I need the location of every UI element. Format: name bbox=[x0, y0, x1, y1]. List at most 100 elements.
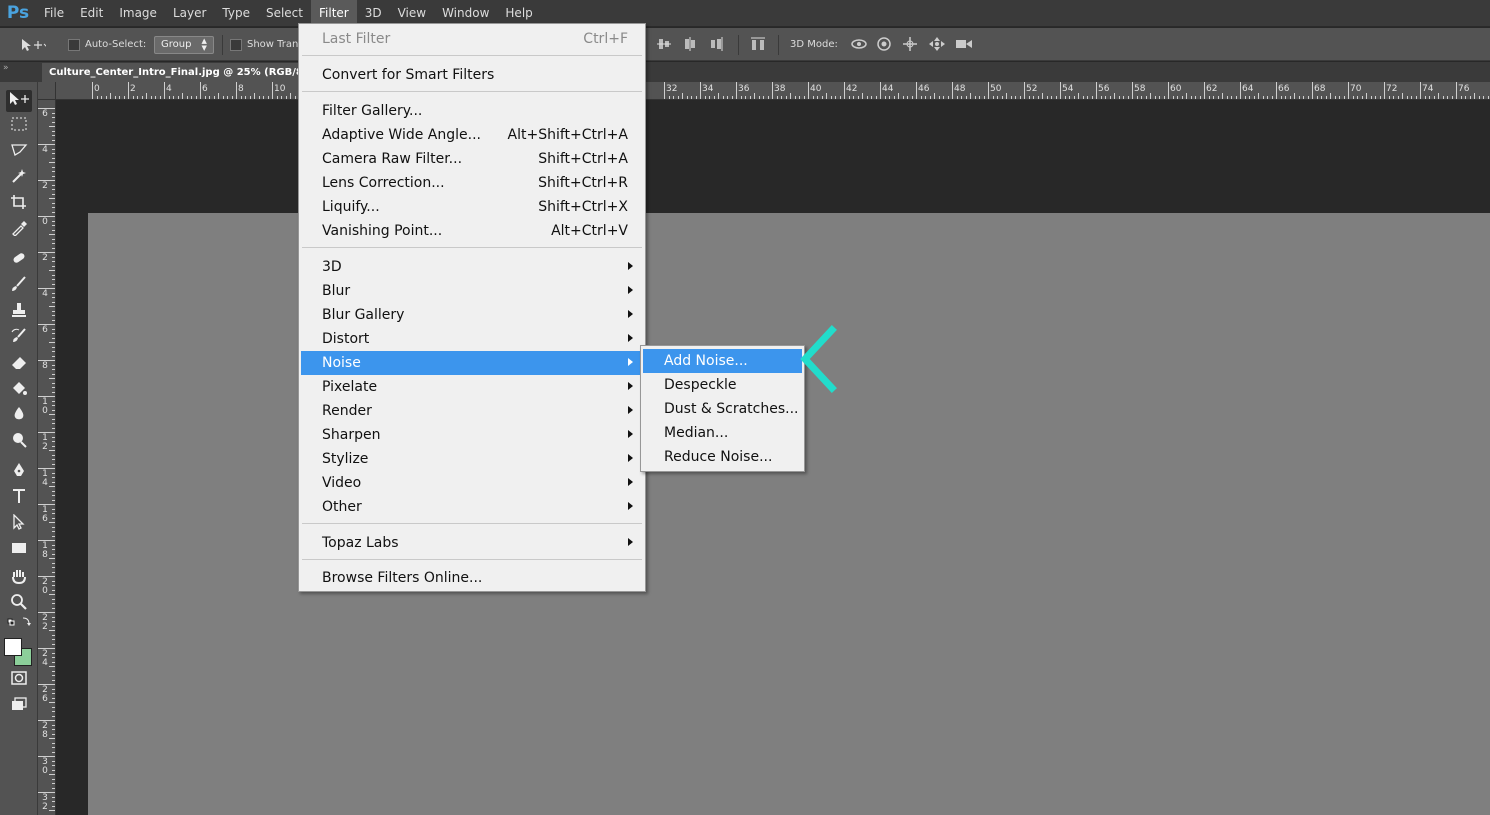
ruler-tick bbox=[1366, 93, 1367, 99]
ruler-tick bbox=[52, 130, 55, 132]
quick-mask-icon[interactable] bbox=[6, 670, 32, 692]
ruler-tick bbox=[1339, 96, 1340, 99]
lasso-tool-icon[interactable] bbox=[6, 142, 32, 164]
pen-tool-icon[interactable] bbox=[6, 462, 32, 484]
show-transform-checkbox[interactable] bbox=[230, 38, 242, 51]
ruler-tick bbox=[1181, 96, 1183, 99]
vertical-ruler: 64202468101214161820222426283032 bbox=[38, 100, 56, 815]
menu-edit[interactable]: Edit bbox=[72, 0, 111, 27]
menu-item-lens-correction[interactable]: Lens Correction... Shift+Ctrl+R bbox=[301, 171, 643, 195]
menu-item-filter-gallery[interactable]: Filter Gallery... bbox=[301, 99, 643, 123]
menu-item-pixelate[interactable]: Pixelate bbox=[301, 375, 643, 399]
healing-brush-tool-icon[interactable] bbox=[6, 250, 32, 272]
menu-item-last-filter[interactable]: Last Filter Ctrl+F bbox=[301, 27, 643, 51]
menu-item-stylize[interactable]: Stylize bbox=[301, 447, 643, 471]
color-swatches[interactable] bbox=[4, 636, 34, 668]
eyedropper-tool-icon[interactable] bbox=[6, 220, 32, 242]
panel-collapse-grip[interactable]: » bbox=[0, 62, 38, 82]
menu-item-other[interactable]: Other bbox=[301, 495, 643, 519]
align-right-icon[interactable] bbox=[708, 36, 724, 52]
ruler-tick bbox=[1487, 96, 1489, 99]
submenu-item-despeckle[interactable]: Despeckle bbox=[643, 373, 802, 397]
menu-item-distort[interactable]: Distort bbox=[301, 327, 643, 351]
menu-image[interactable]: Image bbox=[111, 0, 165, 27]
history-brush-tool-icon[interactable] bbox=[6, 328, 32, 350]
submenu-item-reduce-noise[interactable]: Reduce Noise... bbox=[643, 445, 802, 469]
auto-select-option[interactable]: Auto-Select: bbox=[68, 28, 146, 61]
ruler-label: 14 bbox=[42, 469, 48, 488]
dodge-tool-icon[interactable] bbox=[6, 432, 32, 454]
clone-stamp-tool-icon[interactable] bbox=[6, 302, 32, 324]
menu-item-label: Render bbox=[322, 403, 372, 419]
menu-item-browse-filters-online[interactable]: Browse Filters Online... bbox=[301, 566, 643, 590]
submenu-item-dust-scratches[interactable]: Dust & Scratches... bbox=[643, 397, 802, 421]
menu-item-vanishing-point[interactable]: Vanishing Point... Alt+Ctrl+V bbox=[301, 219, 643, 243]
ruler-tick bbox=[52, 675, 55, 676]
rectangle-tool-icon[interactable] bbox=[6, 540, 32, 562]
eraser-tool-icon[interactable] bbox=[6, 354, 32, 376]
show-transform-option[interactable]: Show Tran bbox=[230, 28, 298, 61]
ruler-tick bbox=[38, 396, 55, 397]
ruler-tick bbox=[38, 216, 55, 217]
menu-item-convert-smart-filters[interactable]: Convert for Smart Filters bbox=[301, 63, 643, 87]
align-horizontal-centers-icon[interactable] bbox=[656, 36, 672, 52]
ruler-tick bbox=[52, 364, 55, 366]
ruler-tick bbox=[866, 96, 868, 99]
ruler-tick bbox=[49, 666, 55, 667]
submenu-item-add-noise[interactable]: Add Noise... bbox=[643, 349, 802, 373]
marquee-tool-icon[interactable] bbox=[6, 116, 32, 138]
menu-layer[interactable]: Layer bbox=[165, 0, 214, 27]
screen-mode-icon[interactable] bbox=[6, 696, 32, 718]
type-tool-icon[interactable] bbox=[6, 488, 32, 510]
ruler-tick bbox=[146, 93, 147, 99]
align-left-icon[interactable] bbox=[682, 36, 698, 52]
blur-tool-icon[interactable] bbox=[6, 406, 32, 428]
submenu-arrow-icon bbox=[628, 382, 633, 390]
slide-3d-icon[interactable] bbox=[928, 36, 945, 52]
scale-3d-icon[interactable] bbox=[954, 36, 972, 52]
zoom-tool-icon[interactable] bbox=[6, 594, 32, 616]
menu-item-adaptive-wide-angle[interactable]: Adaptive Wide Angle... Alt+Shift+Ctrl+A bbox=[301, 123, 643, 147]
menu-item-video[interactable]: Video bbox=[301, 471, 643, 495]
ruler-tick bbox=[943, 96, 944, 99]
move-tool-preset-picker[interactable] bbox=[20, 28, 46, 61]
pan-3d-icon[interactable] bbox=[902, 36, 918, 52]
ruler-origin[interactable] bbox=[38, 82, 56, 100]
menu-item-render[interactable]: Render bbox=[301, 399, 643, 423]
menu-item-3d[interactable]: 3D bbox=[301, 255, 643, 279]
menu-item-blur-gallery[interactable]: Blur Gallery bbox=[301, 303, 643, 327]
distribute-icon[interactable] bbox=[750, 36, 766, 52]
crop-tool-icon[interactable] bbox=[6, 194, 32, 216]
swap-colors-icon[interactable] bbox=[6, 616, 32, 630]
auto-select-target[interactable]: Group ▲ ▼ bbox=[154, 28, 214, 61]
document-tab[interactable]: Culture_Center_Intro_Final.jpg @ 25% (RG… bbox=[42, 63, 302, 82]
menu-item-liquify[interactable]: Liquify... Shift+Ctrl+X bbox=[301, 195, 643, 219]
foreground-color-swatch[interactable] bbox=[4, 638, 22, 656]
ruler-tick bbox=[52, 427, 55, 429]
menu-item-sharpen[interactable]: Sharpen bbox=[301, 423, 643, 447]
submenu-item-median[interactable]: Median... bbox=[643, 421, 802, 445]
ruler-tick bbox=[52, 202, 55, 204]
ruler-tick bbox=[128, 82, 129, 99]
rotate-3d-icon[interactable] bbox=[850, 36, 867, 52]
ruler-tick bbox=[52, 679, 55, 681]
menu-item-camera-raw-filter[interactable]: Camera Raw Filter... Shift+Ctrl+A bbox=[301, 147, 643, 171]
menu-item-blur[interactable]: Blur bbox=[301, 279, 643, 303]
menu-item-noise[interactable]: Noise bbox=[301, 351, 643, 375]
magic-wand-tool-icon[interactable] bbox=[6, 168, 32, 190]
paint-bucket-tool-icon[interactable] bbox=[6, 380, 32, 402]
ruler-tick bbox=[1415, 96, 1417, 99]
group-select[interactable]: Group ▲ ▼ bbox=[154, 35, 214, 54]
ruler-tick bbox=[700, 82, 701, 99]
menu-item-topaz-labs[interactable]: Topaz Labs bbox=[301, 531, 643, 555]
roll-3d-icon[interactable] bbox=[876, 36, 892, 52]
menu-type[interactable]: Type bbox=[214, 0, 258, 27]
menu-file[interactable]: File bbox=[36, 0, 72, 27]
hand-tool-icon[interactable] bbox=[6, 568, 32, 590]
path-selection-tool-icon[interactable] bbox=[6, 513, 32, 536]
brush-tool-icon[interactable] bbox=[6, 276, 32, 298]
auto-select-checkbox[interactable] bbox=[68, 38, 80, 51]
ruler-tick bbox=[52, 495, 55, 496]
ruler-tick bbox=[992, 96, 994, 99]
move-tool-icon[interactable] bbox=[6, 90, 32, 112]
